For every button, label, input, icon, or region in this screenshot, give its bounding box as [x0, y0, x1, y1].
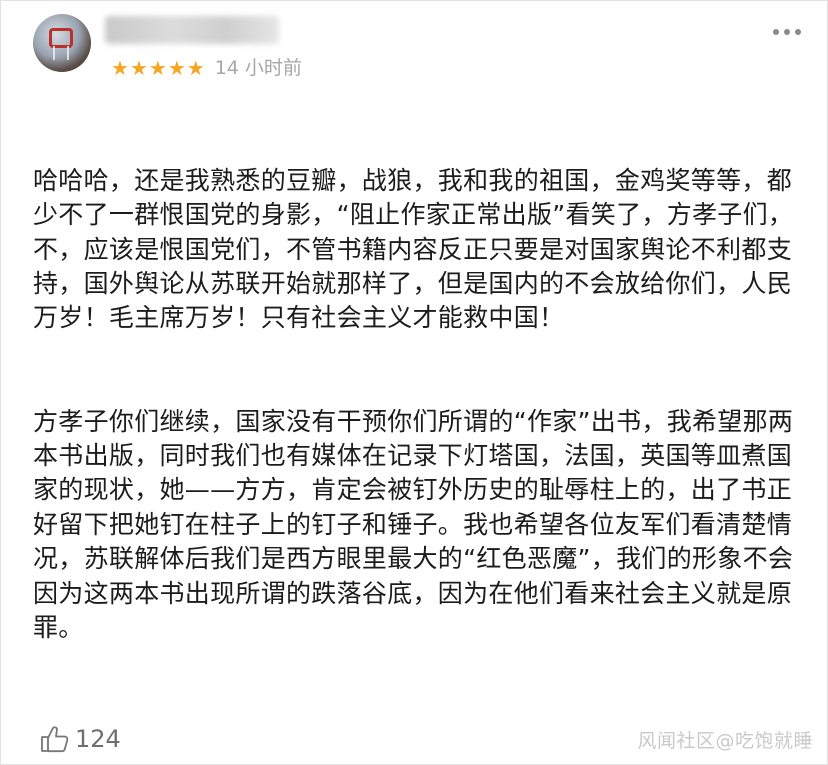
star-icon: ★ [129, 56, 148, 80]
review-time: 14 小时前 [214, 57, 302, 79]
star-icon: ★ [186, 56, 205, 80]
review-card: ★ ★ ★ ★ ★ 14 小时前 哈哈哈，还是我熟悉的豆瓣，战狼，我和我的祖国，… [0, 0, 828, 765]
like-button[interactable]: 124 [39, 723, 121, 755]
avatar-net [53, 46, 69, 60]
like-count: 124 [75, 725, 121, 753]
more-dots-icon[interactable] [773, 29, 801, 35]
review-paragraph: 方孝子你们继续，国家没有干预你们所谓的“作家”出书，我希望那两本书出版，同时我们… [33, 406, 794, 643]
dot [795, 29, 801, 35]
rating-stars: ★ ★ ★ ★ ★ [111, 56, 205, 80]
avatar[interactable] [33, 14, 91, 72]
watermark: 风闻社区@吃饱就睡 [637, 730, 813, 752]
review-content: 哈哈哈，还是我熟悉的豆瓣，战狼，我和我的祖国，金鸡奖等等，都少不了一群恨国党的身… [33, 95, 801, 714]
dot [784, 29, 790, 35]
star-icon: ★ [111, 56, 129, 80]
dot [773, 29, 779, 35]
avatar-hoop [49, 28, 73, 48]
username-blurred[interactable] [105, 16, 279, 44]
star-icon: ★ [148, 56, 167, 80]
star-icon: ★ [167, 56, 186, 80]
review-paragraph: 哈哈哈，还是我熟悉的豆瓣，战狼，我和我的祖国，金鸡奖等等，都少不了一群恨国党的身… [33, 165, 794, 333]
review-meta: ★ ★ ★ ★ ★ 14 小时前 [111, 56, 302, 80]
thumbs-up-icon [39, 724, 69, 754]
